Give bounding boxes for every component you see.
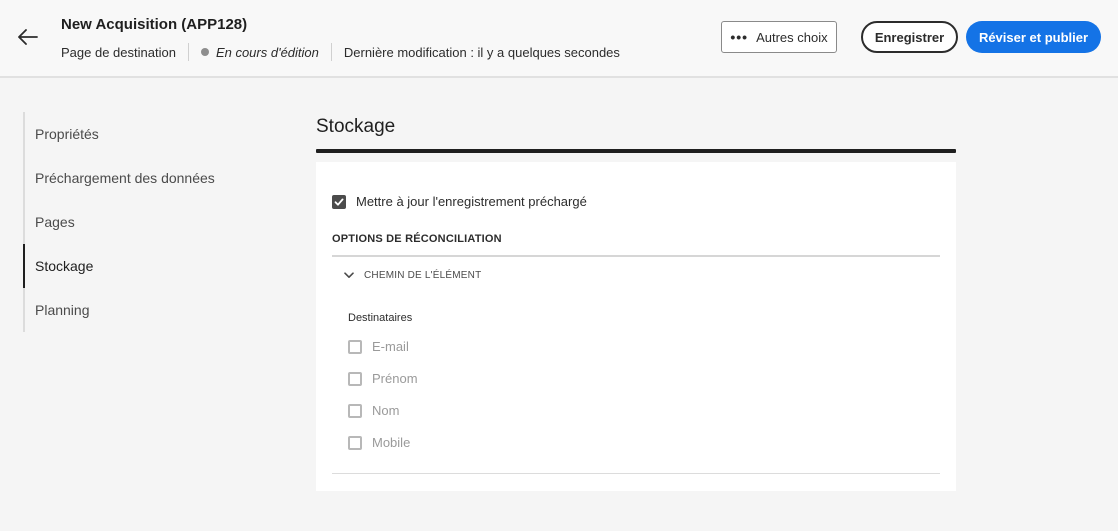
mobile-label: Mobile	[372, 435, 411, 450]
panel-bottom-divider	[332, 473, 940, 474]
recipients-label: Destinataires	[348, 312, 413, 324]
sidebar-nav: Propriétés Préchargement des données Pag…	[23, 112, 273, 332]
back-button[interactable]	[14, 24, 42, 50]
sidebar-item-properties[interactable]: Propriétés	[25, 112, 273, 156]
save-button[interactable]: Enregistrer	[861, 21, 958, 53]
email-checkbox[interactable]: E-mail	[348, 339, 409, 354]
divider	[187, 43, 189, 61]
sidebar-item-data-prefill[interactable]: Préchargement des données	[25, 156, 273, 200]
review-publish-button[interactable]: Réviser et publier	[966, 21, 1101, 53]
firstname-checkbox[interactable]: Prénom	[348, 371, 418, 386]
status-dot-icon	[200, 48, 209, 56]
section-title: Stockage	[316, 116, 396, 137]
divider	[330, 43, 332, 61]
more-options-button[interactable]: ••• Autres choix	[721, 21, 837, 53]
mobile-checkbox[interactable]: Mobile	[348, 435, 410, 450]
chevron-down-icon	[344, 272, 354, 278]
subtitle-line: Page de destination En cours d'édition D…	[61, 43, 620, 61]
sidebar-item-pages[interactable]: Pages	[25, 200, 273, 244]
more-icon: •••	[730, 29, 749, 45]
checkbox-icon	[348, 339, 362, 354]
header-bar: New Acquisition (APP128) Page de destina…	[0, 0, 1118, 78]
element-path-label: CHEMIN DE L'ÉLÉMENT	[364, 270, 482, 281]
firstname-label: Prénom	[372, 371, 418, 386]
reconciliation-heading: OPTIONS DE RÉCONCILIATION	[332, 233, 502, 245]
status-label: En cours d'édition	[215, 44, 319, 60]
arrow-left-icon	[18, 29, 38, 45]
checkbox-icon	[348, 435, 362, 450]
more-options-label: Autres choix	[756, 29, 828, 45]
lastname-label: Nom	[372, 403, 400, 418]
element-path-accordion[interactable]: CHEMIN DE L'ÉLÉMENT	[344, 270, 481, 281]
checkbox-checked-icon	[332, 194, 346, 209]
update-prefilled-label: Mettre à jour l'enregistrement préchargé	[356, 194, 587, 209]
sidebar-item-planning[interactable]: Planning	[25, 288, 273, 332]
sidebar-item-storage[interactable]: Stockage	[23, 244, 273, 288]
last-modified-label: Dernière modification : il y a quelques …	[343, 44, 620, 60]
page-type-label: Page de destination	[61, 44, 176, 60]
section-divider	[316, 149, 956, 153]
page-title: New Acquisition (APP128)	[61, 16, 248, 33]
storage-panel: Mettre à jour l'enregistrement préchargé…	[316, 162, 956, 491]
lastname-checkbox[interactable]: Nom	[348, 403, 399, 418]
email-label: E-mail	[372, 339, 409, 354]
checkbox-icon	[348, 371, 362, 386]
checkbox-icon	[348, 403, 362, 418]
update-prefilled-checkbox[interactable]: Mettre à jour l'enregistrement préchargé	[332, 194, 587, 209]
reconciliation-divider	[332, 255, 940, 257]
